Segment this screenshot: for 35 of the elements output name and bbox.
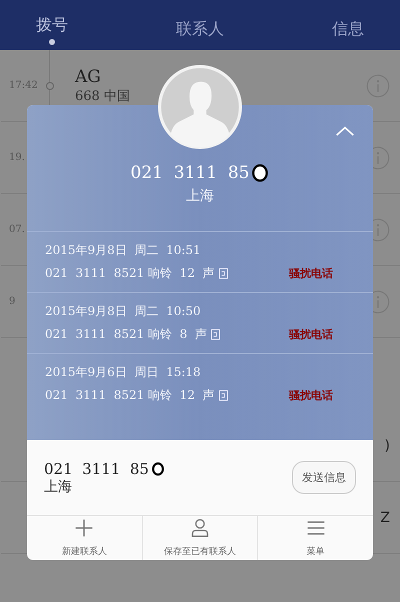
action-button[interactable]: 保存至已有联系人 [142,516,258,560]
timeline-dot [46,82,54,90]
call-info: 021 3111 8521 响铃 12 声 [45,387,215,404]
sim-icon [210,329,220,340]
call-time: 17:42 [9,80,38,91]
phone-number: 021 3111 85 [130,163,250,183]
plus-icon [74,518,94,538]
tab[interactable]: 信息 [332,10,364,40]
sim-icon [218,390,228,401]
contact-name: AG [75,66,102,86]
call-date: 2015年9月6日 周日 15:18 [45,364,202,381]
tab[interactable]: 拨号 [36,6,68,44]
call-time: 19. [9,152,25,163]
collapse-icon[interactable] [335,125,355,137]
row-text: ) [384,438,390,454]
send-message-button[interactable]: 发送信息 [292,461,356,494]
call-date: 2015年9月8日 周二 10:50 [45,303,202,320]
call-info: 021 3111 8521 响铃 8 声 [45,326,207,343]
call-time: 9 [9,296,16,307]
person-icon [190,518,210,538]
tab[interactable]: 联系人 [176,10,224,40]
action-button[interactable]: 菜单 [257,516,373,560]
action-button[interactable]: 新建联系人 [27,516,142,560]
location: 上海 [186,187,214,205]
call-tag: 骚扰电话 [289,388,333,403]
call-time: 07. [9,224,25,235]
call-info: 021 3111 8521 响铃 12 声 [45,265,215,282]
call-date: 2015年9月8日 周二 10:51 [45,242,202,259]
call-detail: 668 中国 [75,88,131,104]
call-tag: 骚扰电话 [289,327,333,342]
sim-icon [218,268,228,279]
phone-number: 021 3111 85 [44,460,149,478]
row-text: Z [380,510,390,526]
location: 上海 [44,478,73,496]
call-tag: 骚扰电话 [289,266,333,281]
